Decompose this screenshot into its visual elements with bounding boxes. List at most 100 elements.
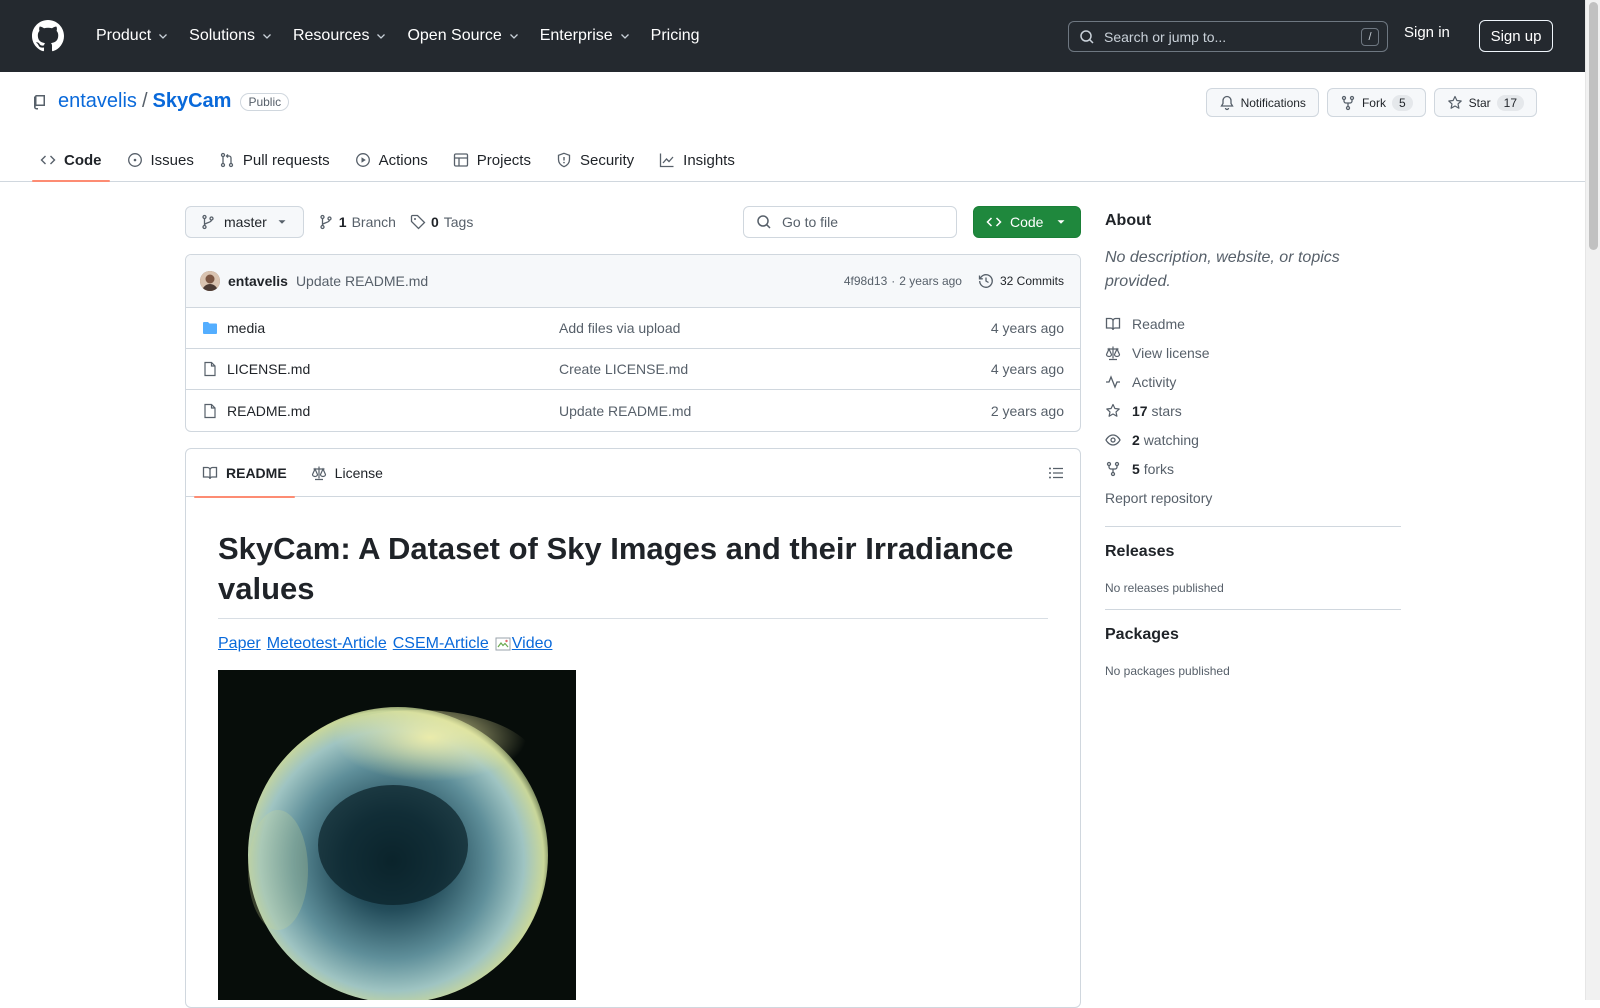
branches-link[interactable]: 1 Branch bbox=[318, 214, 396, 230]
nav-enterprise[interactable]: Enterprise bbox=[532, 21, 639, 51]
branch-selector[interactable]: master bbox=[185, 206, 304, 238]
sign-in-link[interactable]: Sign in bbox=[1404, 24, 1450, 41]
star-button[interactable]: Star 17 bbox=[1433, 88, 1537, 117]
commits-history-link[interactable]: 32 Commits bbox=[978, 273, 1064, 289]
file-name-link[interactable]: LICENSE.md bbox=[227, 361, 559, 377]
commit-hash-link[interactable]: 4f98d13 bbox=[844, 274, 887, 288]
repo-owner-link[interactable]: entavelis bbox=[58, 90, 137, 113]
view-license-link[interactable]: View license bbox=[1105, 338, 1401, 367]
chevron-down-icon bbox=[263, 34, 271, 39]
code-icon bbox=[40, 155, 56, 165]
search-shortcut-key: / bbox=[1361, 27, 1379, 46]
folder-icon bbox=[203, 322, 217, 334]
tab-readme[interactable]: README bbox=[194, 449, 295, 498]
watchers-link[interactable]: 2 watching bbox=[1105, 425, 1401, 454]
nav-pricing[interactable]: Pricing bbox=[643, 21, 708, 51]
avatar-image-icon bbox=[200, 271, 220, 291]
list-unordered-icon bbox=[1049, 467, 1063, 479]
releases-heading[interactable]: Releases bbox=[1105, 543, 1401, 561]
about-links: Readme View license Activity 17 stars 2 … bbox=[1105, 309, 1401, 512]
file-commit-link[interactable]: Create LICENSE.md bbox=[559, 361, 688, 377]
fork-icon bbox=[1341, 95, 1355, 110]
readme-body: SkyCam: A Dataset of Sky Images and thei… bbox=[186, 497, 1080, 1007]
broken-image-icon bbox=[495, 637, 511, 651]
repo-sidebar: About No description, website, or topics… bbox=[1105, 206, 1401, 678]
caret-down-icon bbox=[1057, 220, 1065, 224]
fork-button[interactable]: Fork 5 bbox=[1326, 88, 1426, 117]
readme-badge-links: Paper Meteotest-Article CSEM-Article Vid… bbox=[218, 635, 1048, 653]
history-icon bbox=[978, 274, 993, 288]
forks-link[interactable]: 5 forks bbox=[1105, 454, 1401, 483]
go-to-file-input[interactable]: Go to file bbox=[743, 206, 957, 238]
search-input[interactable]: Search or jump to... / bbox=[1068, 21, 1388, 52]
about-heading: About bbox=[1105, 212, 1152, 229]
commits-count: 32 Commits bbox=[999, 274, 1064, 288]
file-age: 4 years ago bbox=[990, 320, 1064, 336]
activity-link[interactable]: Activity bbox=[1105, 367, 1401, 396]
tab-security[interactable]: Security bbox=[548, 138, 642, 182]
chevron-down-icon bbox=[509, 34, 518, 39]
law-icon bbox=[1105, 346, 1121, 360]
sky-image bbox=[218, 670, 576, 1001]
fisheye-sky-photo-icon bbox=[218, 670, 576, 1001]
tab-license[interactable]: License bbox=[303, 449, 391, 497]
caret-down-icon bbox=[278, 220, 286, 224]
tab-projects[interactable]: Projects bbox=[445, 138, 539, 182]
github-logo-icon[interactable] bbox=[32, 20, 64, 52]
nav-solutions[interactable]: Solutions bbox=[181, 21, 281, 51]
commit-message-link[interactable]: Update README.md bbox=[296, 273, 428, 289]
file-row[interactable]: media Add files via upload 4 years ago bbox=[186, 308, 1080, 349]
latest-commit-bar: entavelis Update README.md 4f98d13 · 2 y… bbox=[186, 255, 1080, 308]
tab-pull-requests[interactable]: Pull requests bbox=[211, 138, 338, 182]
scrollbar-thumb[interactable] bbox=[1589, 2, 1598, 250]
tab-issues[interactable]: Issues bbox=[119, 138, 202, 182]
commit-author-link[interactable]: entavelis bbox=[228, 273, 288, 289]
file-commit-link[interactable]: Update README.md bbox=[559, 403, 691, 419]
file-icon bbox=[204, 403, 216, 418]
file-name-link[interactable]: README.md bbox=[227, 403, 559, 419]
tab-actions[interactable]: Actions bbox=[347, 138, 436, 182]
file-name-link[interactable]: media bbox=[227, 320, 559, 336]
file-row[interactable]: LICENSE.md Create LICENSE.md 4 years ago bbox=[186, 349, 1080, 390]
page-scrollbar[interactable] bbox=[1585, 0, 1600, 1000]
video-link[interactable]: Video bbox=[495, 635, 552, 653]
stars-link[interactable]: 17 stars bbox=[1105, 396, 1401, 425]
file-age: 4 years ago bbox=[990, 361, 1064, 377]
watchers-count: 2 bbox=[1132, 431, 1140, 448]
sidebar-divider bbox=[1105, 609, 1401, 610]
tab-code[interactable]: Code bbox=[32, 138, 110, 182]
branch-label: Branch bbox=[351, 214, 396, 230]
graph-icon bbox=[660, 153, 674, 168]
sidebar-item-label: stars bbox=[1151, 402, 1182, 419]
sidebar-item-label: forks bbox=[1143, 460, 1175, 477]
notifications-button[interactable]: Notifications bbox=[1205, 88, 1319, 117]
tags-link[interactable]: 0 Tags bbox=[410, 214, 473, 230]
meteotest-article-link[interactable]: Meteotest-Article bbox=[267, 635, 387, 653]
csem-article-link[interactable]: CSEM-Article bbox=[393, 635, 489, 653]
code-download-button[interactable]: Code bbox=[973, 206, 1081, 238]
sign-up-button[interactable]: Sign up bbox=[1479, 20, 1553, 52]
about-description: No description, website, or topics provi… bbox=[1105, 249, 1340, 290]
packages-heading[interactable]: Packages bbox=[1105, 626, 1401, 644]
file-row[interactable]: README.md Update README.md 2 years ago bbox=[186, 390, 1080, 431]
outline-button[interactable] bbox=[1048, 465, 1064, 481]
file-commit-link[interactable]: Add files via upload bbox=[559, 320, 680, 336]
avatar[interactable] bbox=[200, 271, 220, 291]
sidebar-item-label: Readme bbox=[1132, 315, 1185, 332]
tag-count: 0 bbox=[430, 214, 439, 230]
nav-product[interactable]: Product bbox=[88, 21, 177, 51]
nav-open-source[interactable]: Open Source bbox=[399, 21, 527, 51]
commit-meta: 4f98d13 · 2 years ago bbox=[844, 274, 962, 288]
report-repository-link[interactable]: Report repository bbox=[1105, 483, 1401, 512]
readme-link[interactable]: Readme bbox=[1105, 309, 1401, 338]
meta-dot: · bbox=[891, 274, 896, 288]
forks-count: 5 bbox=[1132, 460, 1140, 477]
paper-link[interactable]: Paper bbox=[218, 635, 261, 653]
branch-icon bbox=[320, 214, 332, 230]
star-icon bbox=[1447, 95, 1462, 109]
nav-resources[interactable]: Resources bbox=[285, 21, 395, 51]
tab-insights[interactable]: Insights bbox=[651, 138, 743, 182]
fork-icon bbox=[1106, 461, 1120, 476]
repo-name-link[interactable]: SkyCam bbox=[153, 90, 232, 113]
eye-icon bbox=[1105, 433, 1121, 446]
